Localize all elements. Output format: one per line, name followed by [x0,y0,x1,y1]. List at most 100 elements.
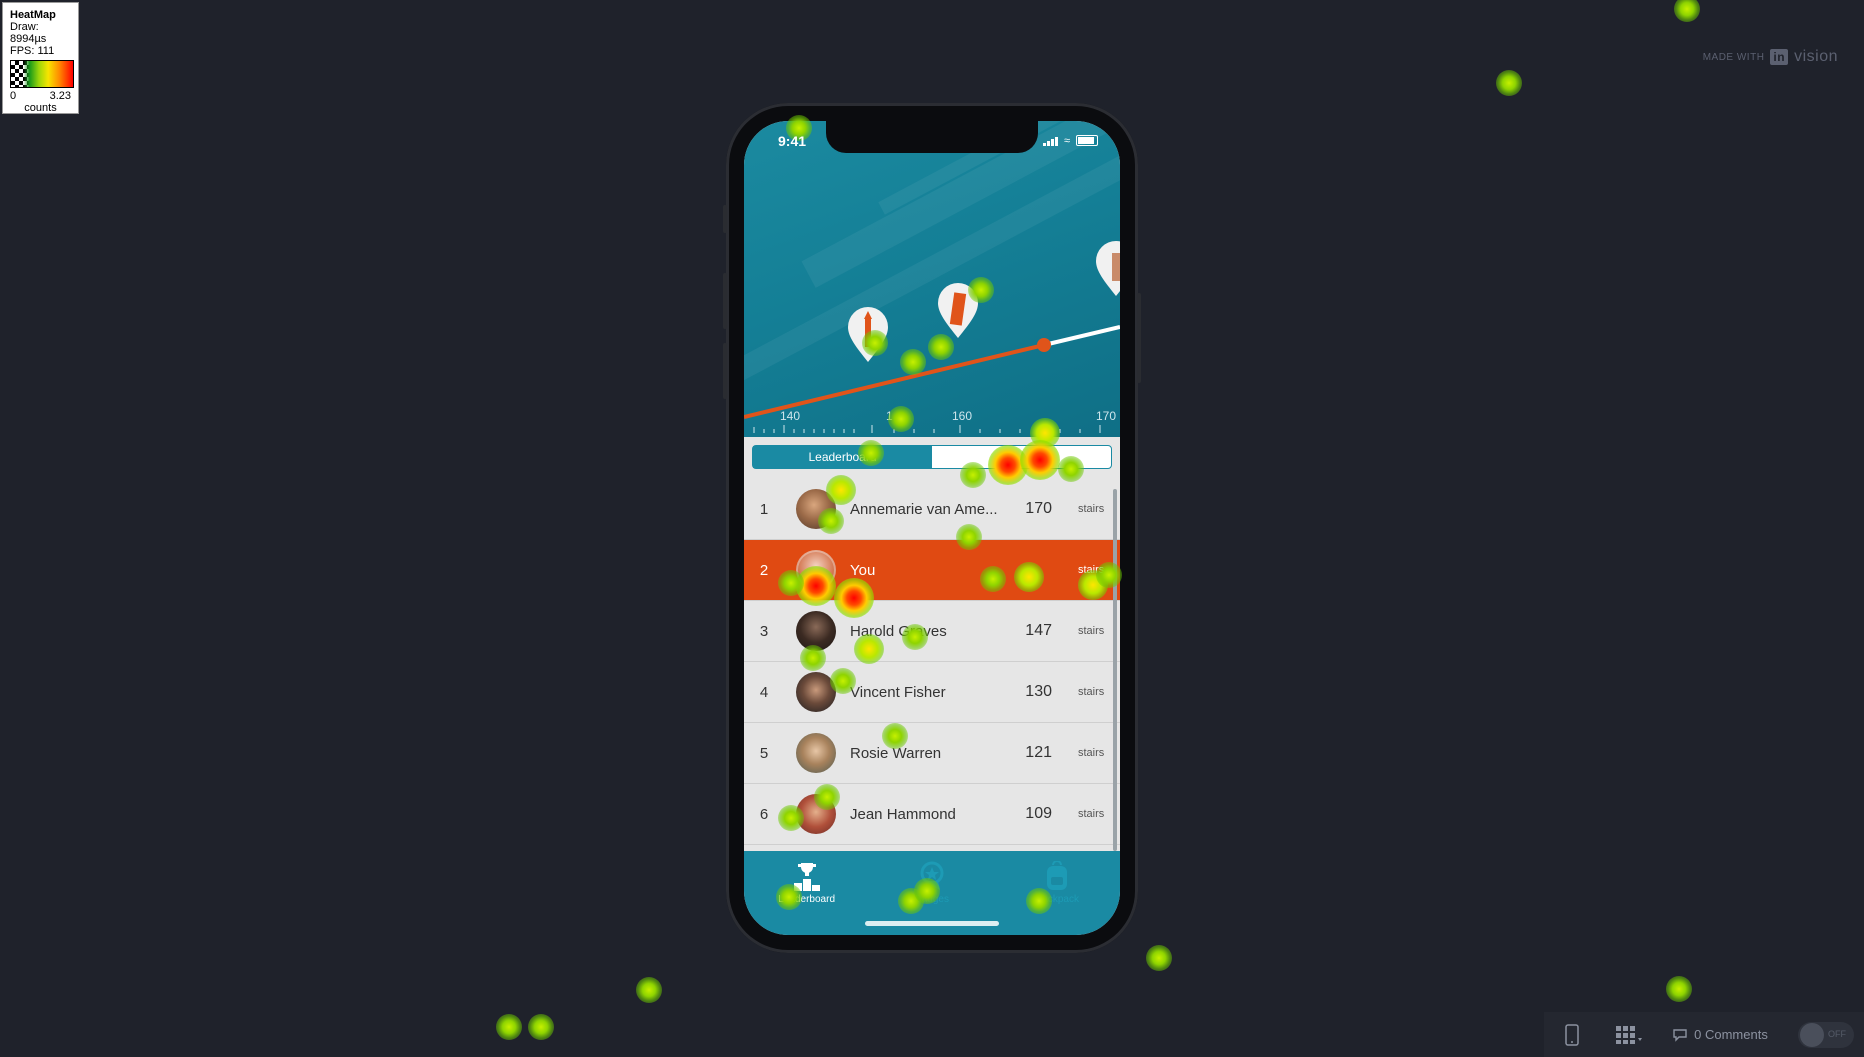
row-rank: 3 [759,622,769,640]
row-score: 130 [1025,683,1052,700]
avatar [796,489,836,529]
leaderboard-row[interactable]: 1 Annemarie van Ame... 170 stairs [744,479,1120,540]
comment-icon [1673,1028,1687,1042]
row-score: 170 [1025,500,1052,517]
row-name: Harold Graves [850,622,947,640]
grid-icon [1616,1025,1642,1044]
row-name: Rosie Warren [850,744,942,762]
status-icons: ≈ [1042,134,1098,147]
volume-up-button [723,273,727,329]
heat-point [1496,70,1522,96]
bottom-tab-bar: Leaderboard Badges Backpack [744,851,1120,935]
row-rank: 1 [759,500,769,518]
axis-label: 160 [952,409,973,423]
volume-down-button [723,343,727,399]
tab-label: Leaderboard [778,894,836,905]
landmark-pin-leaning-tower-icon[interactable] [936,283,980,339]
battery-icon [1076,135,1098,146]
avatar [796,611,836,651]
axis-label: 1 [886,409,893,423]
avatar [796,550,836,590]
progress-axis [753,425,1101,433]
toggle-knob [1800,1022,1824,1047]
row-rank: 6 [759,805,769,823]
invision-logo-icon: in [1770,49,1789,65]
phone-screen: 9:41 ≈ 140 1 160 170 Leaderboard 1 Annem… [744,121,1120,935]
heatmap-draw-time: Draw: 8994µs [10,21,47,45]
heatmap-fps: FPS: 111 [10,45,55,57]
prototype-toolbar: 0 Comments OFF [1544,1012,1864,1057]
row-unit: stairs [1078,564,1105,576]
list-scrollbar[interactable] [1113,489,1117,851]
landmark-pin-statue-icon[interactable] [1094,241,1120,297]
heatmap-max: 3.23 [49,90,71,102]
phone-mockup: 9:41 ≈ 140 1 160 170 Leaderboard 1 Annem… [723,103,1141,953]
heatmap-legend: HeatMap Draw: 8994µs FPS: 111 0 3.23 cou… [2,2,79,114]
row-rank: 5 [759,744,769,762]
comments-label: 0 Comments [1694,1027,1768,1042]
current-position-marker [1037,338,1051,352]
avatar [796,733,836,773]
axis-label: 140 [780,409,801,423]
invision-logo-text: vision [1794,48,1838,65]
tab-label: Backpack [1035,894,1079,905]
progress-map: 9:41 ≈ 140 1 160 170 [744,121,1120,437]
badge-icon [919,861,945,891]
made-with-label: MADE WITH [1702,51,1765,63]
row-unit: stairs [1078,625,1105,637]
mute-switch [723,205,727,233]
heat-point [1674,0,1700,22]
row-name: Vincent Fisher [850,683,946,701]
wifi-icon: ≈ [1063,134,1070,147]
power-button [1137,293,1141,383]
avatar [796,672,836,712]
avatar [796,794,836,834]
status-time: 9:41 [778,133,807,149]
toggle-label: OFF [1828,1028,1846,1039]
axis-label: 170 [1096,409,1117,423]
heat-point [636,977,662,1003]
row-unit: stairs [1078,686,1105,698]
leaderboard-row[interactable]: 3 Harold Graves 147 stairs [744,601,1120,662]
row-score: 147 [1025,622,1052,639]
device-button[interactable] [1544,1023,1600,1046]
tab-backpack[interactable]: Backpack [995,851,1120,935]
row-name: You [850,561,876,579]
heatmap-color-scale [10,60,74,88]
segmented-control: Leaderboard [752,445,1112,469]
tab-leaderboard[interactable]: Leaderboard [744,851,869,935]
tab-label: Badges [915,894,949,905]
heatmap-title: HeatMap [10,9,56,21]
signal-icon [1042,136,1058,146]
leaderboard-row[interactable]: 6 Jean Hammond 109 stairs [744,784,1120,845]
heat-point [496,1014,522,1040]
leaderboard-row[interactable]: 5 Rosie Warren 121 stairs [744,723,1120,784]
home-indicator [865,921,999,926]
landmark-pin-tower-icon[interactable] [846,307,890,363]
heat-point [528,1014,554,1040]
phone-icon [1565,1023,1579,1046]
row-unit: stairs [1078,503,1105,515]
comments-toggle[interactable]: OFF [1798,1021,1854,1048]
trophy-podium-icon [793,861,820,891]
screens-grid-button[interactable] [1600,1025,1660,1044]
backpack-icon [1044,861,1070,891]
heatmap-min: 0 [10,90,17,102]
leaderboard-row[interactable]: 4 Vincent Fisher 130 stairs [744,662,1120,723]
segment-secondary[interactable] [932,446,1111,468]
heat-point [1146,945,1172,971]
row-rank: 4 [759,683,769,701]
heat-point [1666,976,1692,1002]
progress-line [744,325,1120,419]
segment-leaderboard[interactable]: Leaderboard [753,446,932,468]
row-score: 109 [1025,805,1052,822]
leaderboard-row-current-user[interactable]: 2 You stairs [744,540,1120,601]
made-with-invision-link[interactable]: MADE WITH in vision [1703,48,1838,66]
comments-button[interactable]: 0 Comments [1660,1027,1780,1042]
row-score: 121 [1025,744,1052,761]
leaderboard-list: 1 Annemarie van Ame... 170 stairs 2 You … [744,479,1120,845]
row-rank: 2 [759,561,769,579]
row-name: Annemarie van Ame... [850,500,998,518]
row-unit: stairs [1078,747,1105,759]
heatmap-unit: counts [24,102,57,114]
